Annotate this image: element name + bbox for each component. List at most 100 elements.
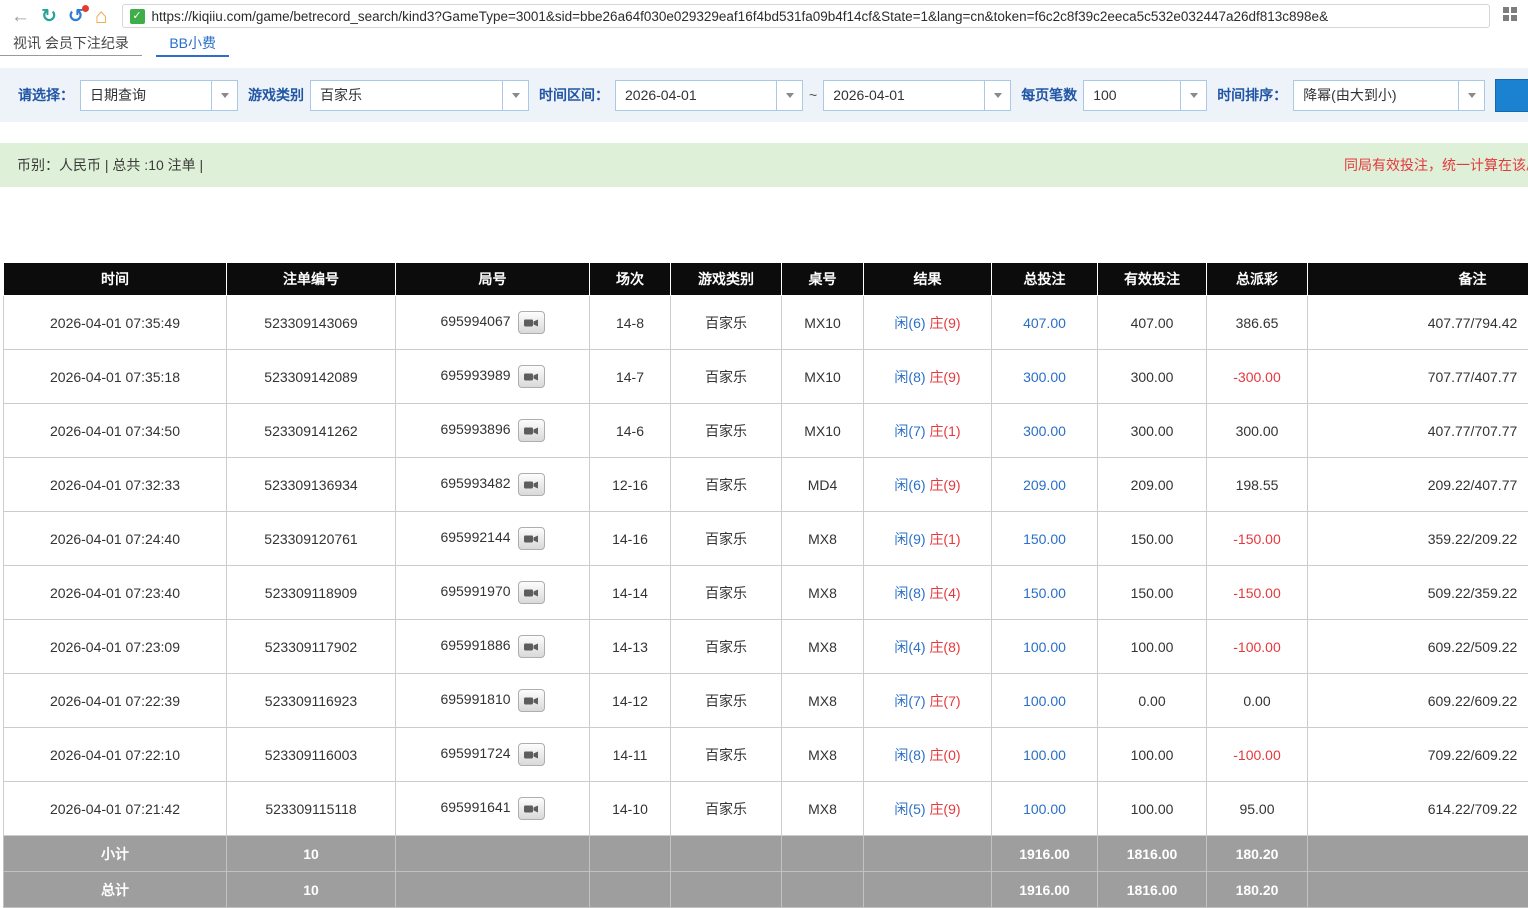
cell-total-bet[interactable]: 209.00 <box>992 458 1098 512</box>
reload-icon[interactable]: ↻ <box>41 7 57 26</box>
col-header-payout: 总派彩 <box>1207 263 1308 296</box>
video-replay-icon[interactable] <box>518 419 545 442</box>
game-type-select[interactable]: 百家乐 <box>310 80 529 111</box>
cell-bet-id: 523309136934 <box>227 458 396 512</box>
chevron-down-icon[interactable] <box>1458 81 1484 110</box>
result-banker: 庄(9) <box>929 477 960 493</box>
cell-valid-bet: 0.00 <box>1098 674 1207 728</box>
query-type-select[interactable]: 日期查询 <box>80 80 238 111</box>
cell-valid-bet: 209.00 <box>1098 458 1207 512</box>
cell-valid-bet: 100.00 <box>1098 728 1207 782</box>
video-replay-icon[interactable] <box>518 797 545 820</box>
time-sort-value: 降幂(由大到小) <box>1294 81 1458 110</box>
result-player: 闲(8) <box>894 747 925 763</box>
cell-total-bet[interactable]: 100.00 <box>992 782 1098 836</box>
undo-icon[interactable]: ↺ <box>68 7 84 26</box>
chevron-down-icon[interactable] <box>211 81 237 110</box>
chevron-down-icon[interactable] <box>1180 81 1206 110</box>
cell-bet-id: 523309116923 <box>227 674 396 728</box>
cell-game-type: 百家乐 <box>671 674 782 728</box>
result-player: 闲(6) <box>894 315 925 331</box>
cell-session: 14-12 <box>590 674 671 728</box>
cell-total-bet[interactable]: 300.00 <box>992 350 1098 404</box>
round-number: 695991810 <box>440 691 510 707</box>
cell-round: 695991724 <box>396 728 590 782</box>
time-sort-select[interactable]: 降幂(由大到小) <box>1293 80 1485 111</box>
browser-toolbar: ← ↻ ↺ ⌂ ✓ https://kiqiiu.com/game/betrec… <box>0 0 1528 32</box>
video-replay-icon[interactable] <box>518 311 545 334</box>
cell-valid-bet: 300.00 <box>1098 404 1207 458</box>
secure-shield-icon: ✓ <box>130 9 145 24</box>
round-number: 695991886 <box>440 637 510 653</box>
cell-round: 695994067 <box>396 296 590 350</box>
total-total-bet: 1916.00 <box>992 872 1098 908</box>
cell-remark: 407.77/794.42 <box>1308 296 1528 350</box>
cell-total-bet[interactable]: 100.00 <box>992 674 1098 728</box>
col-header-table-no: 桌号 <box>782 263 864 296</box>
page-size-label: 每页笔数 <box>1021 85 1077 105</box>
cell-table-no: MX8 <box>782 512 864 566</box>
cell-game-type: 百家乐 <box>671 512 782 566</box>
video-replay-icon[interactable] <box>518 689 545 712</box>
home-icon[interactable]: ⌂ <box>95 6 108 27</box>
search-button[interactable] <box>1495 79 1528 112</box>
cell-round: 695993989 <box>396 350 590 404</box>
result-player: 闲(8) <box>894 585 925 601</box>
round-number: 695991970 <box>440 583 510 599</box>
cell-total-bet[interactable]: 407.00 <box>992 296 1098 350</box>
cell-result: 闲(7) 庄(1) <box>864 404 992 458</box>
url-text[interactable]: https://kiqiiu.com/game/betrecord_search… <box>152 9 1329 24</box>
cell-session: 12-16 <box>590 458 671 512</box>
notice-text: 同局有效投注，统一计算在该局 <box>1344 143 1528 187</box>
cell-result: 闲(8) 庄(0) <box>864 728 992 782</box>
col-header-time: 时间 <box>4 263 227 296</box>
video-replay-icon[interactable] <box>518 743 545 766</box>
tab-bb-tip[interactable]: BB小费 <box>156 31 229 57</box>
cell-remark: 614.22/709.22 <box>1308 782 1528 836</box>
cell-remark: 609.22/509.22 <box>1308 620 1528 674</box>
video-replay-icon[interactable] <box>518 473 545 496</box>
tab-bet-records[interactable]: 视讯 会员下注纪录 <box>0 31 142 56</box>
table-row: 2026-04-01 07:22:10 523309116003 6959917… <box>4 728 1528 782</box>
cell-remark: 707.77/407.77 <box>1308 350 1528 404</box>
cell-bet-id: 523309117902 <box>227 620 396 674</box>
col-header-bet-id: 注单编号 <box>227 263 396 296</box>
cell-table-no: MX10 <box>782 350 864 404</box>
total-label: 总计 <box>4 872 227 908</box>
col-header-result: 结果 <box>864 263 992 296</box>
date-to-value: 2026-04-01 <box>824 81 984 110</box>
cell-payout: -100.00 <box>1207 728 1308 782</box>
apps-grid-icon[interactable] <box>1502 6 1518 27</box>
video-replay-icon[interactable] <box>518 365 545 388</box>
cell-total-bet[interactable]: 150.00 <box>992 512 1098 566</box>
back-icon[interactable]: ← <box>11 7 30 26</box>
table-header-row: 时间 注单编号 局号 场次 游戏类别 桌号 结果 总投注 有效投注 总派彩 备注 <box>4 263 1528 296</box>
video-replay-icon[interactable] <box>518 635 545 658</box>
video-replay-icon[interactable] <box>518 581 545 604</box>
result-banker: 庄(9) <box>929 315 960 331</box>
cell-total-bet[interactable]: 300.00 <box>992 404 1098 458</box>
cell-total-bet[interactable]: 100.00 <box>992 620 1098 674</box>
cell-total-bet[interactable]: 150.00 <box>992 566 1098 620</box>
chevron-down-icon[interactable] <box>984 81 1010 110</box>
chevron-down-icon[interactable] <box>502 81 528 110</box>
result-banker: 庄(7) <box>929 693 960 709</box>
select-label: 请选择： <box>18 85 74 105</box>
cell-result: 闲(7) 庄(7) <box>864 674 992 728</box>
cell-total-bet[interactable]: 100.00 <box>992 728 1098 782</box>
col-header-game-type: 游戏类别 <box>671 263 782 296</box>
cell-remark: 359.22/209.22 <box>1308 512 1528 566</box>
date-to-select[interactable]: 2026-04-01 <box>823 80 1011 111</box>
summary-bar: 币别：人民币 | 总共 :10 注单 | 同局有效投注，统一计算在该局 <box>0 143 1528 187</box>
address-bar[interactable]: ✓ https://kiqiiu.com/game/betrecord_sear… <box>122 4 1490 28</box>
page-size-select[interactable]: 100 <box>1083 80 1207 111</box>
round-number: 695991724 <box>440 745 510 761</box>
date-from-select[interactable]: 2026-04-01 <box>615 80 803 111</box>
cell-valid-bet: 100.00 <box>1098 782 1207 836</box>
chevron-down-icon[interactable] <box>776 81 802 110</box>
result-banker: 庄(8) <box>929 639 960 655</box>
cell-session: 14-7 <box>590 350 671 404</box>
page-size-value: 100 <box>1084 81 1180 110</box>
table-row: 2026-04-01 07:35:18 523309142089 6959939… <box>4 350 1528 404</box>
video-replay-icon[interactable] <box>518 527 545 550</box>
